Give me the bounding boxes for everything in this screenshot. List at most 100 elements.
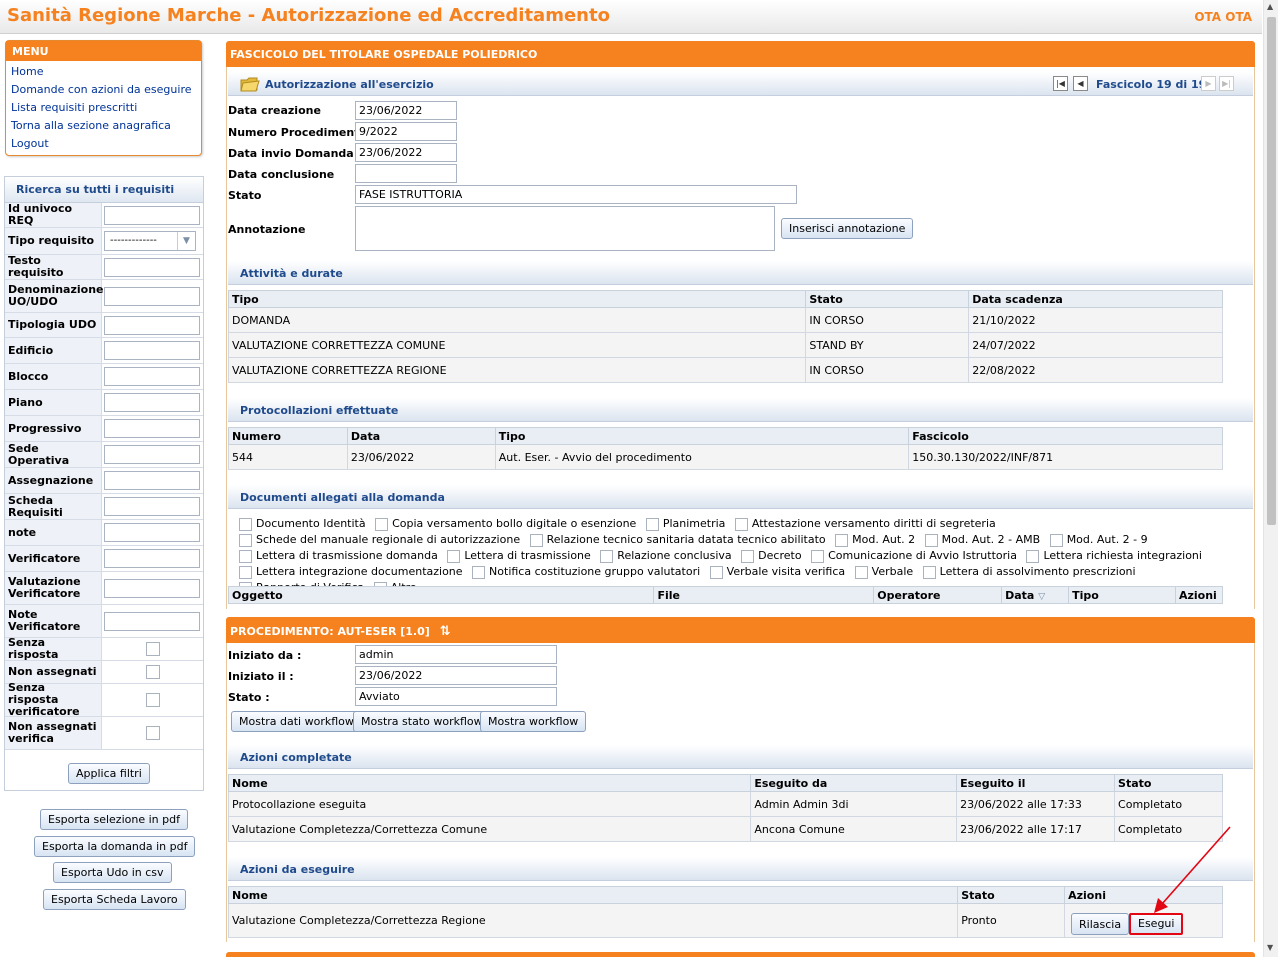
documenti-col-operatore[interactable]: Operatore: [873, 586, 1003, 604]
proc-stato-field[interactable]: Avviato: [355, 687, 557, 706]
last-page-icon[interactable]: ▶|: [1219, 76, 1234, 91]
search-input[interactable]: [104, 578, 200, 598]
document-type-filter[interactable]: Decreto: [735, 549, 802, 563]
search-input[interactable]: [104, 549, 200, 568]
search-input[interactable]: [104, 445, 200, 464]
document-type-filter[interactable]: Schede del manuale regionale di autorizz…: [233, 533, 520, 547]
document-type-filter[interactable]: Verbale: [849, 565, 913, 579]
document-type-checkbox[interactable]: [924, 533, 938, 547]
document-type-checkbox[interactable]: [854, 565, 868, 579]
search-input[interactable]: [104, 523, 200, 542]
menu-item-requisiti[interactable]: Lista requisiti prescritti: [6, 99, 201, 117]
menu-item-anagrafica[interactable]: Torna alla sezione anagrafica: [6, 117, 201, 135]
document-type-checkbox[interactable]: [239, 517, 252, 531]
document-type-checkbox[interactable]: [1026, 549, 1040, 563]
numero-procedimento-field[interactable]: 9/2022: [355, 122, 457, 141]
search-input[interactable]: [104, 611, 200, 631]
document-type-filter[interactable]: Notifica costituzione gruppo valutatori: [466, 565, 700, 579]
document-type-filter[interactable]: Lettera di trasmissione: [441, 549, 591, 563]
documenti-col-tipo[interactable]: Tipo: [1068, 586, 1176, 604]
mostra-workflow-button[interactable]: Mostra workflow: [480, 711, 587, 732]
document-type-checkbox[interactable]: [600, 549, 614, 563]
search-input[interactable]: [104, 205, 200, 225]
search-input[interactable]: [104, 257, 200, 277]
document-type-checkbox[interactable]: [709, 565, 723, 579]
stato-field[interactable]: FASE ISTRUTTORIA: [355, 185, 797, 204]
page-scrollbar[interactable]: ▲ ▼: [1263, 0, 1278, 957]
export-selection-pdf-button[interactable]: Esporta selezione in pdf: [40, 809, 188, 830]
document-type-filter[interactable]: Lettera di assolvimento prescrizioni: [917, 565, 1136, 579]
search-input[interactable]: [104, 341, 200, 360]
search-input[interactable]: [104, 315, 200, 335]
filter-checkbox[interactable]: [145, 693, 160, 707]
document-type-filter[interactable]: Documento Identità: [233, 517, 366, 531]
document-type-filter[interactable]: Copia versamento bollo digitale o esenzi…: [369, 517, 636, 531]
documenti-col-data[interactable]: Data ▽: [1001, 586, 1070, 604]
document-type-checkbox[interactable]: [375, 517, 389, 531]
document-type-checkbox[interactable]: [835, 533, 849, 547]
mostra-dati-workflow-button[interactable]: Mostra dati workflow: [231, 711, 362, 732]
menu-item-domande[interactable]: Domande con azioni da eseguire: [6, 81, 201, 99]
document-type-checkbox[interactable]: [472, 565, 486, 579]
apply-filters-button[interactable]: Applica filtri: [68, 763, 150, 784]
document-type-checkbox[interactable]: [447, 549, 461, 563]
document-type-filter[interactable]: Planimetria: [640, 517, 725, 531]
export-domanda-pdf-button[interactable]: Esporta la domanda in pdf: [34, 836, 196, 857]
document-type-filter[interactable]: Mod. Aut. 2 - 9: [1044, 533, 1148, 547]
menu-item-home[interactable]: Home: [6, 63, 201, 81]
search-input[interactable]: [104, 497, 200, 516]
scroll-down-icon[interactable]: ▼: [1267, 943, 1273, 952]
next-page-icon[interactable]: ▶: [1201, 76, 1216, 91]
document-type-checkbox[interactable]: [239, 565, 252, 579]
search-label: Scheda Requisiti: [5, 494, 102, 519]
chevron-down-icon[interactable]: ▼: [177, 232, 195, 250]
mostra-stato-workflow-button[interactable]: Mostra stato workflow: [353, 711, 491, 732]
annotazione-textarea[interactable]: [355, 206, 775, 251]
document-type-checkbox[interactable]: [239, 549, 252, 563]
document-type-filter[interactable]: Mod. Aut. 2 - AMB: [919, 533, 1040, 547]
search-input[interactable]: [104, 471, 200, 490]
search-input[interactable]: [104, 419, 200, 438]
first-page-icon[interactable]: |◀: [1053, 76, 1068, 91]
filter-checkbox[interactable]: [145, 642, 160, 656]
document-type-filter[interactable]: Lettera di trasmissione domanda: [233, 549, 438, 563]
filter-checkbox[interactable]: [145, 726, 160, 740]
iniziato-il-field[interactable]: 23/06/2022: [355, 666, 557, 685]
filter-checkbox[interactable]: [145, 665, 160, 679]
document-type-checkbox[interactable]: [239, 533, 252, 547]
document-type-checkbox[interactable]: [1049, 533, 1063, 547]
document-type-filter[interactable]: Relazione tecnico sanitaria datata tecni…: [524, 533, 826, 547]
iniziato-da-field[interactable]: admin: [355, 645, 557, 664]
data-invio-field[interactable]: 23/06/2022: [355, 143, 457, 162]
document-type-filter[interactable]: Lettera richiesta integrazioni: [1020, 549, 1202, 563]
document-type-checkbox[interactable]: [741, 549, 755, 563]
prev-page-icon[interactable]: ◀: [1073, 76, 1088, 91]
rilascia-button[interactable]: Rilascia: [1071, 913, 1130, 935]
search-input[interactable]: [104, 393, 200, 412]
document-type-filter[interactable]: Verbale visita verifica: [704, 565, 845, 579]
scroll-up-icon[interactable]: ▲: [1267, 2, 1273, 11]
search-input[interactable]: [104, 286, 200, 306]
export-udo-csv-button[interactable]: Esporta Udo in csv: [53, 862, 172, 883]
refresh-icon[interactable]: ⇅: [440, 624, 451, 639]
document-type-checkbox[interactable]: [922, 565, 936, 579]
document-type-checkbox[interactable]: [529, 533, 543, 547]
scrollbar-thumb[interactable]: [1267, 17, 1276, 525]
document-type-filter[interactable]: Relazione conclusiva: [594, 549, 732, 563]
document-type-filter[interactable]: Lettera integrazione documentazione: [233, 565, 463, 579]
document-type-filter[interactable]: Comunicazione di Avvio Istruttoria: [805, 549, 1017, 563]
search-input[interactable]: [104, 367, 200, 386]
export-scheda-lavoro-button[interactable]: Esporta Scheda Lavoro: [43, 889, 186, 910]
data-creazione-field[interactable]: 23/06/2022: [355, 101, 457, 120]
inserisci-annotazione-button[interactable]: Inserisci annotazione: [781, 218, 914, 239]
menu-item-logout[interactable]: Logout: [6, 135, 201, 153]
document-type-checkbox[interactable]: [811, 549, 825, 563]
data-conclusione-field[interactable]: [355, 164, 457, 183]
document-type-checkbox[interactable]: [645, 517, 659, 531]
document-type-filter[interactable]: Attestazione versamento diritti di segre…: [729, 517, 996, 531]
sort-desc-icon[interactable]: ▽: [1038, 592, 1045, 602]
document-type-filter[interactable]: Mod. Aut. 2: [829, 533, 915, 547]
document-type-checkbox[interactable]: [734, 517, 748, 531]
user-name[interactable]: OTA OTA: [1194, 10, 1252, 24]
tipo-requisito-select[interactable]: ------------- ▼: [104, 231, 196, 251]
